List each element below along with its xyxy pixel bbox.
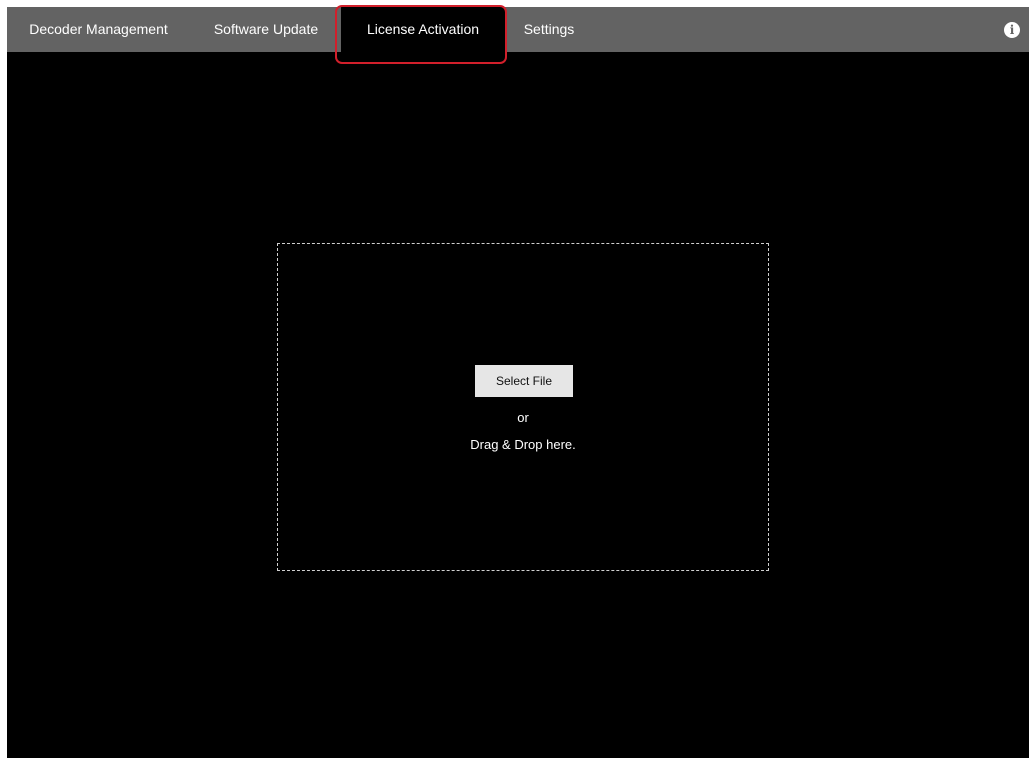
file-drop-zone[interactable]: Select File or Drag & Drop here. xyxy=(277,243,769,571)
or-label: or xyxy=(517,410,529,425)
tab-software-update[interactable]: Software Update xyxy=(203,7,329,52)
select-file-button[interactable]: Select File xyxy=(475,365,573,397)
tab-settings[interactable]: Settings xyxy=(514,7,584,52)
top-navigation-bar: Decoder Management Software Update Licen… xyxy=(7,7,1029,52)
app-window: Decoder Management Software Update Licen… xyxy=(7,5,1029,758)
tab-license-activation[interactable]: License Activation xyxy=(341,7,505,52)
drag-drop-hint: Drag & Drop here. xyxy=(470,437,576,452)
info-icon[interactable]: i xyxy=(1004,22,1020,38)
tab-decoder-management[interactable]: Decoder Management xyxy=(17,7,180,52)
